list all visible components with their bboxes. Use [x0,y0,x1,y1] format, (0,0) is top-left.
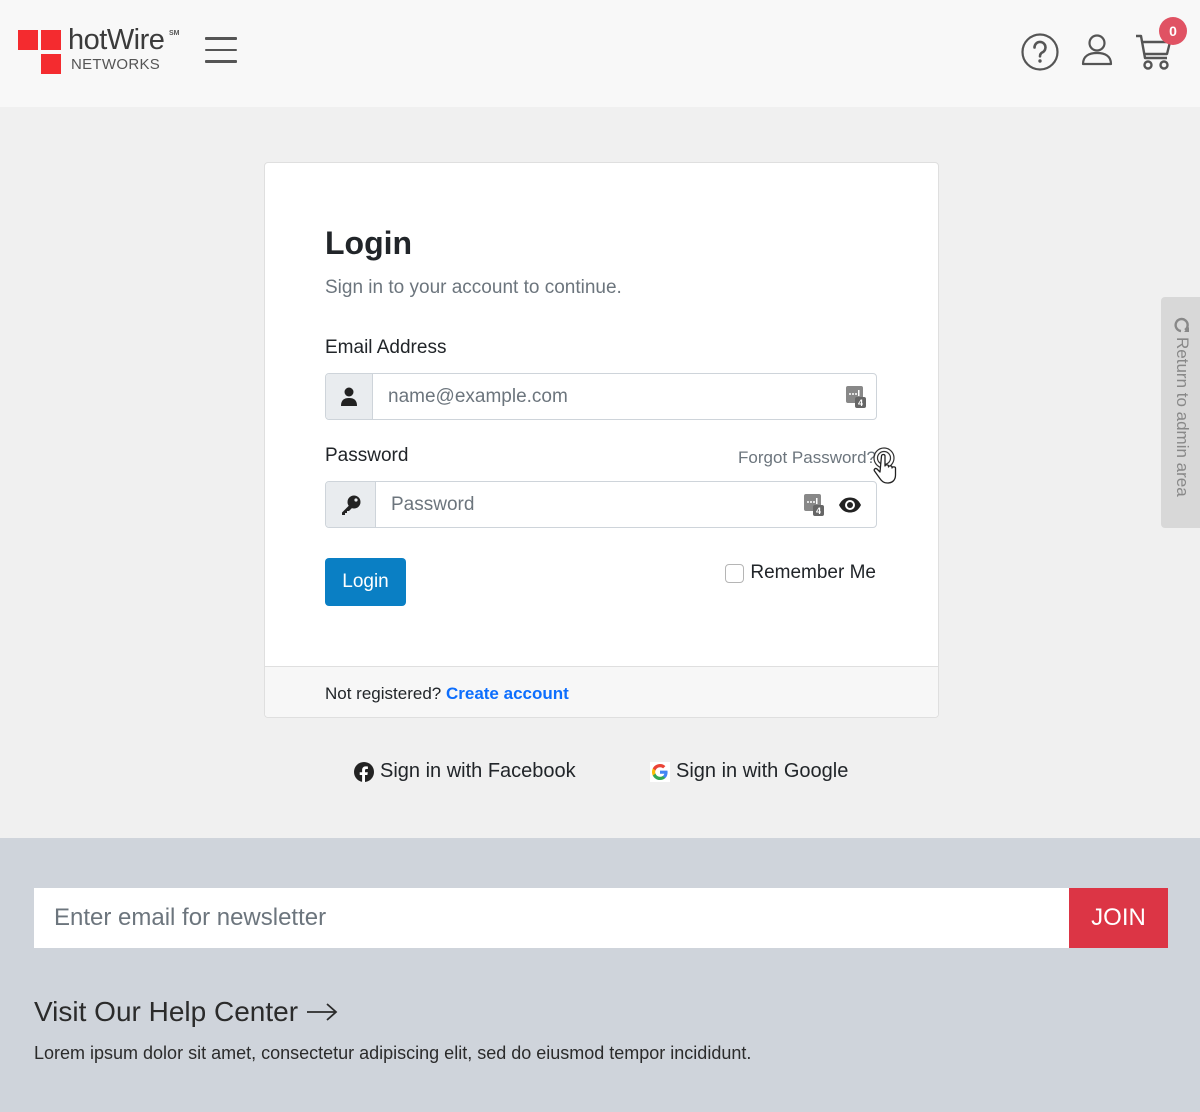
svg-text:4: 4 [858,398,863,408]
refresh-icon [1174,317,1189,333]
logo-trademark: SM [169,30,180,37]
logo-square [41,54,61,74]
facebook-icon [354,761,374,782]
password-manager-icon[interactable]: 4 [804,493,824,516]
facebook-signin-link[interactable]: Sign in with Facebook [354,760,576,783]
password-manager-icon[interactable]: 4 [846,385,866,408]
logo-subtitle: NETWORKS [71,56,161,73]
arrow-right-icon [307,1003,338,1021]
login-card: Login Sign in to your account to continu… [264,162,939,718]
logo-square [41,30,61,50]
remember-me-checkbox[interactable] [725,563,745,583]
key-icon [326,482,376,527]
google-icon [650,761,670,782]
password-input[interactable] [376,482,804,527]
logo-square [18,30,38,50]
user-icon[interactable] [1080,32,1114,68]
forgot-password-link[interactable]: Forgot Password? [738,448,876,468]
google-signin-link[interactable]: Sign in with Google [650,760,848,783]
site-footer: JOIN Visit Our Help Center Lorem ipsum d… [0,838,1200,1112]
join-button[interactable]: JOIN [1069,888,1168,948]
password-label: Password [325,445,409,466]
svg-text:4: 4 [816,506,821,516]
footer-description: Lorem ipsum dolor sit amet, consectetur … [34,1043,752,1063]
email-input-group: 4 [325,373,877,420]
help-center-link[interactable]: Visit Our Help Center [34,996,338,1028]
login-subtitle: Sign in to your account to continue. [325,277,622,298]
logo[interactable]: hotWire SM NETWORKS [18,24,188,76]
email-label: Email Address [325,337,447,358]
remember-me[interactable]: Remember Me [725,562,876,584]
help-center-label: Visit Our Help Center [34,996,299,1027]
page-title: Login [325,225,413,261]
register-prompt: Not registered? Create account [325,684,569,704]
help-icon[interactable] [1020,32,1060,72]
return-to-admin-tab[interactable]: Return to admin area [1161,297,1200,528]
not-registered-text: Not registered? [325,684,442,703]
google-signin-label: Sign in with Google [676,760,849,782]
create-account-link[interactable]: Create account [446,684,569,703]
user-icon [326,374,373,419]
email-input[interactable] [373,374,846,419]
password-input-group: 4 [325,481,877,528]
facebook-signin-label: Sign in with Facebook [380,760,576,782]
remember-me-label: Remember Me [750,562,876,583]
eye-icon[interactable] [838,497,862,513]
return-to-admin-label: Return to admin area [1173,337,1192,497]
pointer-cursor-icon [873,447,897,484]
cart-count-badge: 0 [1159,17,1187,45]
site-header: hotWire SM NETWORKS 0 [0,0,1200,107]
login-button[interactable]: Login [325,558,406,606]
card-footer: Not registered? Create account [265,666,938,717]
newsletter-email-input[interactable] [34,888,1069,948]
logo-brand: hotWire [68,24,165,56]
hamburger-icon[interactable] [205,37,237,65]
